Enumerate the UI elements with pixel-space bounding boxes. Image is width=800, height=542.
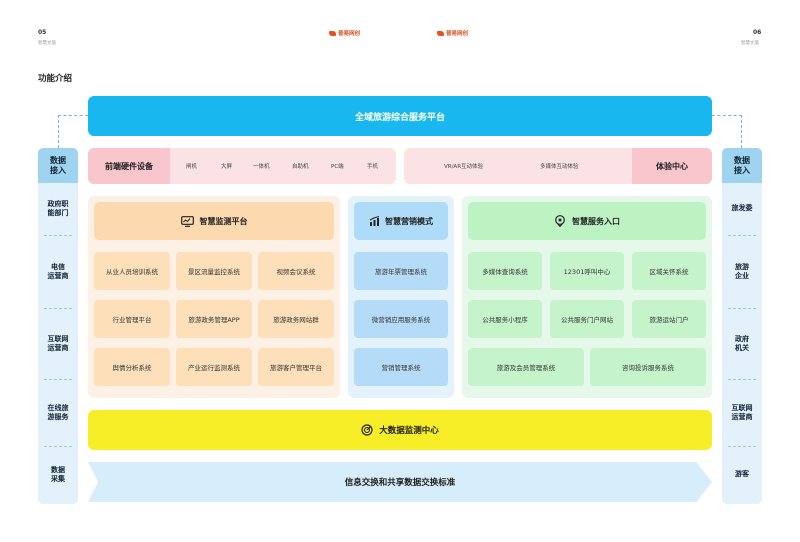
page-number-right: 06 xyxy=(753,29,762,36)
service-system-cell: 区域关怀系统 xyxy=(632,252,706,290)
left-column-item: 在线旅 游服务 xyxy=(47,403,69,421)
left-column-item: 互联网 运营商 xyxy=(47,334,69,352)
right-column-item: 旅发委 xyxy=(731,204,753,213)
data-exchange-title: 信息交换和共享数据交换标准 xyxy=(344,478,456,488)
hardware-bar: 前端硬件设备 闸机 大屏 一体机 自助机 PC端 手机 xyxy=(88,148,396,184)
monitor-screen-icon xyxy=(180,215,194,227)
right-column-item: 旅游 企业 xyxy=(735,262,749,280)
radar-icon xyxy=(361,424,373,436)
logo-mark-icon xyxy=(329,30,336,36)
monitor-system-cell: 视频会议系统 xyxy=(258,252,334,290)
data-exchange-arrow-bar: 信息交换和共享数据交换标准 xyxy=(88,462,712,502)
experience-item: VR/AR互动体验 xyxy=(444,164,484,170)
page-label-left: 智慧文旅 xyxy=(38,41,56,46)
service-system-cell: 旅游运站门户 xyxy=(632,300,706,338)
hardware-item: 手机 xyxy=(367,164,379,170)
top-banner: 全域旅游综合服务平台 xyxy=(88,96,712,136)
page-number-left: 05 xyxy=(38,29,47,36)
service-panel: 智慧服务入口 多媒体查询系统 12301呼叫中心 区域关怀系统 公共服务小程序 … xyxy=(462,196,712,398)
service-system-cell: 多媒体查询系统 xyxy=(468,252,542,290)
right-column-item: 游客 xyxy=(735,470,749,479)
marketing-system-cell: 微营销应用服务系统 xyxy=(354,300,448,338)
hardware-item: 自助机 xyxy=(292,164,309,170)
page-label-right: 智慧文旅 xyxy=(741,41,759,46)
monitor-system-cell: 舆情分析系统 xyxy=(94,348,170,386)
marketing-system-cell: 营销管理系统 xyxy=(354,348,448,386)
service-location-icon xyxy=(555,215,565,227)
experience-label: 体验中心 xyxy=(632,148,712,184)
hardware-item: PC端 xyxy=(331,164,344,170)
monitor-panel-header: 智慧监测平台 xyxy=(94,202,334,240)
logo-text: 普易网创 xyxy=(446,31,469,37)
marketing-panel-title: 智慧营销模式 xyxy=(385,216,433,226)
monitor-system-cell: 旅游客户管理平台 xyxy=(258,348,334,386)
marketing-panel-header: 智慧营销模式 xyxy=(354,202,448,240)
left-column-title: 数据 接入 xyxy=(38,148,78,183)
marketing-system-cell: 旅游年票管理系统 xyxy=(354,252,448,290)
brand-logo-left: 普易网创 xyxy=(329,29,360,37)
right-column-item: 互联网 运营商 xyxy=(731,403,753,421)
experience-item: 多媒体互动体验 xyxy=(540,164,579,170)
service-panel-title: 智慧服务入口 xyxy=(572,216,620,226)
monitor-system-cell: 景区流量监控系统 xyxy=(176,252,252,290)
service-system-cell: 旅游及会员管理系统 xyxy=(468,348,584,386)
service-system-cell: 12301呼叫中心 xyxy=(550,252,624,290)
hardware-item: 闸机 xyxy=(186,164,198,170)
section-title: 功能介绍 xyxy=(38,74,73,84)
monitor-system-cell: 旅游政务管理APP xyxy=(176,300,252,338)
connector-right xyxy=(712,115,742,148)
service-system-cell: 公共服务门户网站 xyxy=(550,300,624,338)
right-data-access-column: 数据 接入 旅发委 旅游 企业 政府 机关 互联网 运营商 游客 xyxy=(722,148,762,504)
right-column-title: 数据 接入 xyxy=(722,148,762,183)
hardware-item: 大屏 xyxy=(221,164,233,170)
service-system-cell: 咨询投诉服务系统 xyxy=(590,348,706,386)
service-panel-header: 智慧服务入口 xyxy=(468,202,706,240)
bar-chart-icon xyxy=(369,215,380,226)
marketing-panel: 智慧营销模式 旅游年票管理系统 微营销应用服务系统 营销管理系统 xyxy=(348,196,454,398)
logo-text: 普易网创 xyxy=(338,31,361,37)
left-column-item: 政府职 能部门 xyxy=(47,199,69,217)
right-column-item: 政府 机关 xyxy=(735,334,749,352)
hardware-label: 前端硬件设备 xyxy=(88,148,170,184)
hardware-item: 一体机 xyxy=(253,164,270,170)
left-data-access-column: 数据 接入 政府职 能部门 电信 运营商 互联网 运营商 在线旅 游服务 数据 … xyxy=(38,148,78,504)
monitor-system-cell: 旅游政务网站群 xyxy=(258,300,334,338)
left-column-item: 电信 运营商 xyxy=(47,262,69,280)
monitor-system-cell: 行业管理平台 xyxy=(94,300,170,338)
experience-bar: VR/AR互动体验 多媒体互动体验 体验中心 xyxy=(404,148,712,184)
left-column-item: 数据 采集 xyxy=(51,465,65,483)
logo-mark-icon xyxy=(437,30,444,36)
monitor-panel: 智慧监测平台 从业人员培训系统 景区流量监控系统 视频会议系统 行业管理平台 旅… xyxy=(88,196,340,398)
connector-left xyxy=(58,115,88,148)
bigdata-center-bar: 大数据监测中心 xyxy=(88,410,712,450)
brand-logo-right: 普易网创 xyxy=(437,29,468,37)
bigdata-center-title: 大数据监测中心 xyxy=(379,426,439,436)
service-system-cell: 公共服务小程序 xyxy=(468,300,542,338)
monitor-panel-title: 智慧监测平台 xyxy=(199,216,248,226)
monitor-system-cell: 产业运行监测系统 xyxy=(176,348,252,386)
monitor-system-cell: 从业人员培训系统 xyxy=(94,252,170,290)
